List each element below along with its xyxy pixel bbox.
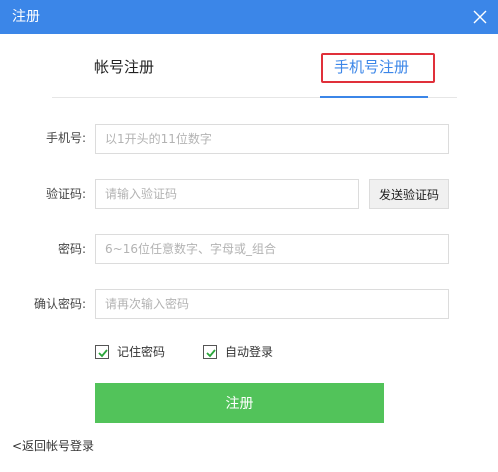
title-bar: 注册	[0, 0, 498, 34]
code-input[interactable]	[95, 179, 359, 209]
auto-login-label: 自动登录	[225, 345, 274, 359]
back-to-login-link[interactable]: <返回帐号登录	[12, 438, 94, 454]
checkbox-checked-icon	[203, 345, 217, 359]
password-input[interactable]	[95, 234, 449, 264]
active-tab-underline	[320, 96, 428, 98]
register-button[interactable]: 注册	[95, 383, 384, 423]
code-label: 验证码:	[45, 187, 86, 201]
auto-login-checkbox[interactable]: 自动登录	[203, 344, 273, 360]
close-icon[interactable]	[472, 9, 488, 25]
send-code-button[interactable]: 发送验证码	[369, 179, 449, 209]
tab-phone-register[interactable]: 手机号注册	[334, 57, 409, 77]
window-title: 注册	[12, 9, 40, 25]
remember-password-checkbox[interactable]: 记住密码	[95, 344, 165, 360]
tab-account-register[interactable]: 帐号注册	[94, 57, 154, 77]
checkbox-checked-icon	[95, 345, 109, 359]
confirm-password-label: 确认密码:	[33, 297, 86, 311]
password-label: 密码:	[57, 242, 86, 256]
phone-input[interactable]	[95, 124, 449, 154]
confirm-password-input[interactable]	[95, 289, 449, 319]
remember-password-label: 记住密码	[117, 345, 166, 359]
phone-label: 手机号:	[45, 131, 86, 145]
